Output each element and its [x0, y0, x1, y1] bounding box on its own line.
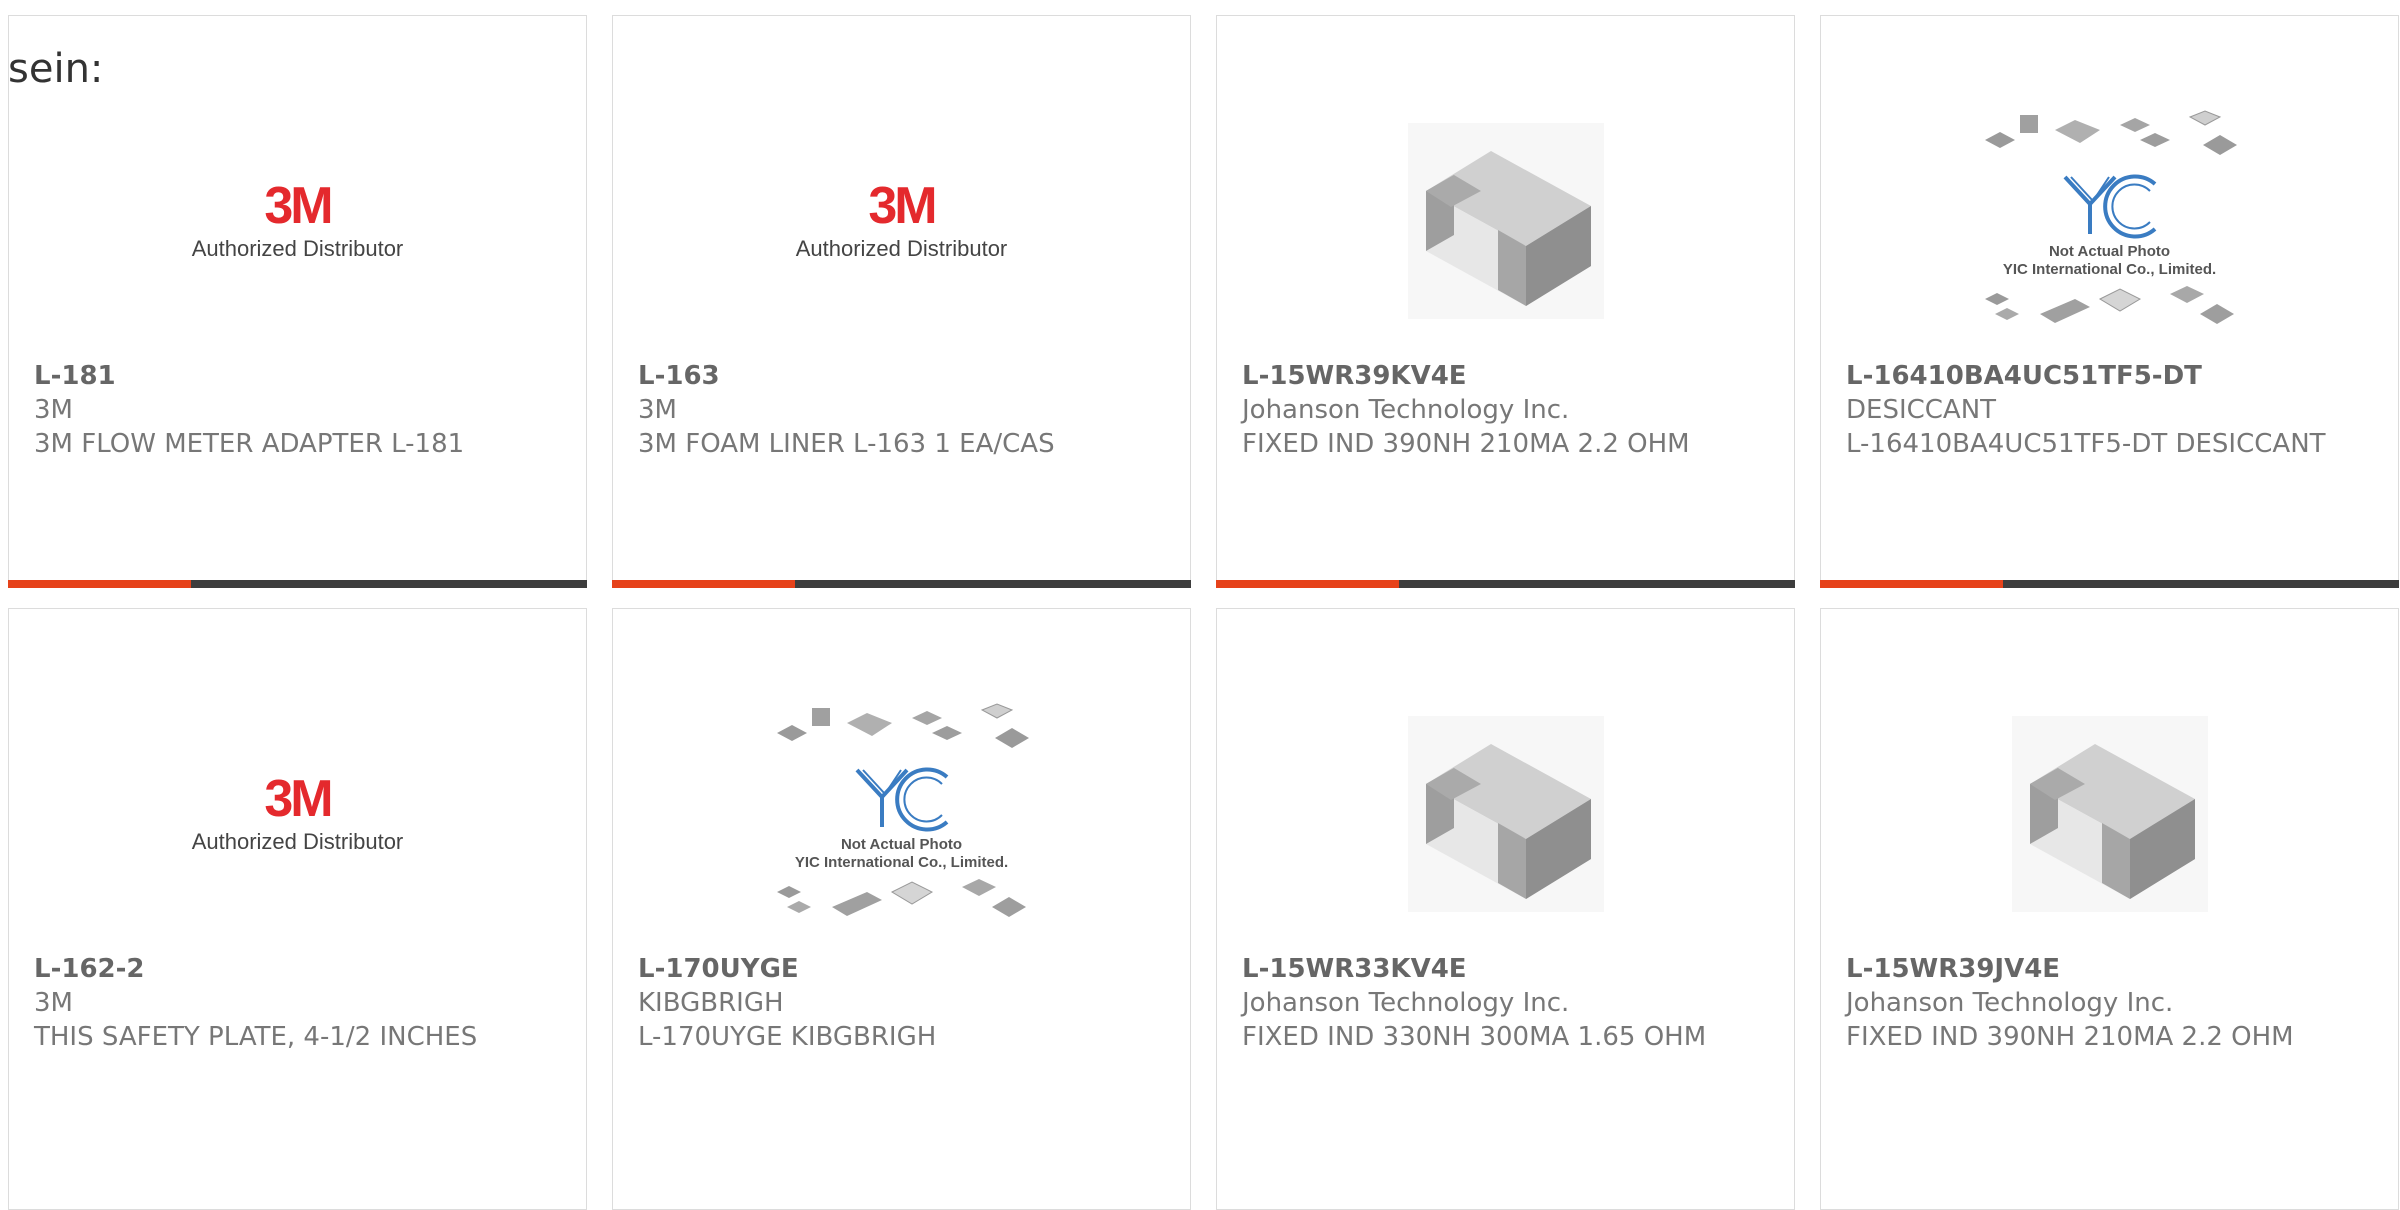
manufacturer: KIBGBRIGH: [638, 988, 784, 1018]
yic-logo: [2063, 174, 2156, 238]
card-bottom-bar: [8, 580, 587, 588]
chip-inductor-icon: [2011, 716, 2208, 912]
card-bottom-bar: [1820, 580, 2399, 588]
part-number[interactable]: L-15WR39KV4E: [1242, 359, 1774, 393]
yic-caption-2: YIC International Co., Limited.: [2002, 260, 2217, 278]
3m-logo: 3M Authorized Distributor: [191, 177, 404, 261]
part-number[interactable]: L-170UYGE: [638, 952, 1170, 986]
heading-fragment: sein:: [8, 46, 104, 92]
product-image[interactable]: [1217, 669, 1794, 959]
product-card[interactable]: L-15WR39KV4E Johanson Technology Inc. FI…: [1216, 15, 1795, 588]
product-image[interactable]: [1821, 669, 2398, 959]
manufacturer: Johanson Technology Inc.: [1242, 395, 1570, 425]
product-card[interactable]: 3M Authorized Distributor L-163 3M 3M FO…: [612, 15, 1191, 588]
product-card[interactable]: L-15WR33KV4E Johanson Technology Inc. FI…: [1216, 608, 1795, 1210]
manufacturer: 3M: [34, 988, 73, 1018]
yic-components-icon: [776, 878, 1026, 917]
product-image[interactable]: Not Actual Photo YIC International Co., …: [613, 669, 1190, 959]
3m-logo: 3M Authorized Distributor: [795, 177, 1008, 261]
yic-components-icon: [1984, 109, 2237, 155]
card-bottom-bar: [612, 580, 1191, 588]
product-image[interactable]: 3M Authorized Distributor: [9, 76, 586, 366]
part-number[interactable]: L-162-2: [34, 952, 566, 986]
product-card[interactable]: Not Actual Photo YIC International Co., …: [1820, 15, 2399, 588]
manufacturer: DESICCANT: [1846, 395, 1997, 425]
part-number[interactable]: L-15WR33KV4E: [1242, 952, 1774, 986]
yic-placeholder: Not Actual Photo YIC International Co., …: [1970, 105, 2250, 338]
yic-caption-2: YIC International Co., Limited.: [794, 853, 1009, 871]
yic-components-icon: [776, 702, 1029, 748]
product-card[interactable]: 3M Authorized Distributor L-181 3M 3M FL…: [8, 15, 587, 588]
product-image[interactable]: 3M Authorized Distributor: [613, 76, 1190, 366]
yic-caption-1: Not Actual Photo: [2048, 242, 2171, 260]
product-card[interactable]: L-15WR39JV4E Johanson Technology Inc. FI…: [1820, 608, 2399, 1210]
3m-logo: 3M Authorized Distributor: [191, 770, 404, 854]
chip-inductor-icon: [1407, 716, 1604, 912]
product-image[interactable]: Not Actual Photo YIC International Co., …: [1821, 76, 2398, 366]
product-card[interactable]: Not Actual Photo YIC International Co., …: [612, 608, 1191, 1210]
description: FIXED IND 390NH 210MA 2.2 OHM: [1846, 1022, 2294, 1052]
card-bottom-bar: [1216, 580, 1795, 588]
yic-placeholder: Not Actual Photo YIC International Co., …: [762, 698, 1042, 931]
product-grid: 3M Authorized Distributor L-181 3M 3M FL…: [8, 15, 2399, 1210]
description: L-16410BA4UC51TF5-DT DESICCANT: [1846, 429, 2326, 459]
manufacturer: 3M: [34, 395, 73, 425]
yic-caption-1: Not Actual Photo: [840, 835, 963, 853]
part-number[interactable]: L-15WR39JV4E: [1846, 952, 2378, 986]
yic-logo: [855, 767, 948, 831]
product-image[interactable]: 3M Authorized Distributor: [9, 669, 586, 959]
part-number[interactable]: L-16410BA4UC51TF5-DT: [1846, 359, 2378, 393]
part-number[interactable]: L-181: [34, 359, 566, 393]
yic-components-icon: [1984, 285, 2234, 324]
description: 3M FOAM LINER L-163 1 EA/CAS: [638, 429, 1055, 459]
manufacturer: Johanson Technology Inc.: [1846, 988, 2174, 1018]
product-image[interactable]: [1217, 76, 1794, 366]
part-number[interactable]: L-163: [638, 359, 1170, 393]
description: FIXED IND 330NH 300MA 1.65 OHM: [1242, 1022, 1707, 1052]
manufacturer: 3M: [638, 395, 677, 425]
chip-inductor-icon: [1407, 123, 1604, 319]
description: FIXED IND 390NH 210MA 2.2 OHM: [1242, 429, 1690, 459]
manufacturer: Johanson Technology Inc.: [1242, 988, 1570, 1018]
product-card[interactable]: 3M Authorized Distributor L-162-2 3M THI…: [8, 608, 587, 1210]
description: 3M FLOW METER ADAPTER L-181: [34, 429, 465, 459]
description: L-170UYGE KIBGBRIGH: [638, 1022, 937, 1052]
description: THIS SAFETY PLATE, 4-1/2 INCHES: [34, 1022, 478, 1052]
